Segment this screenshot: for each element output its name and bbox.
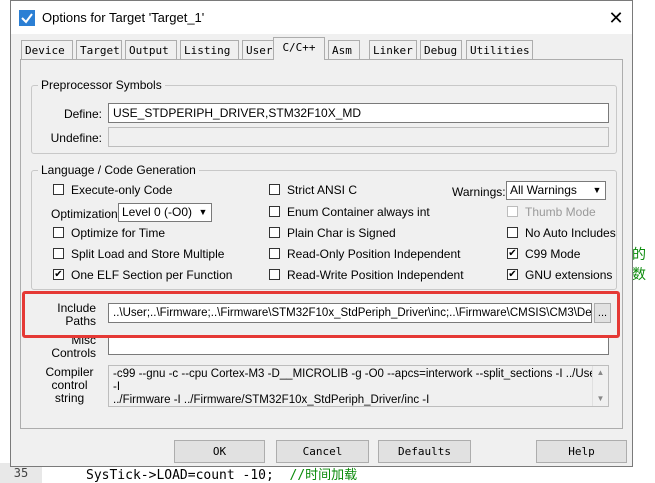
tab-cpp[interactable]: C/C++ <box>273 37 325 60</box>
app-icon <box>19 10 35 26</box>
misc-controls-input[interactable] <box>108 335 609 355</box>
help-button[interactable]: Help <box>536 440 627 463</box>
scroll-up-icon[interactable]: ▲ <box>593 366 608 380</box>
include-paths-input[interactable]: ..\User;..\Firmware;..\Firmware\STM32F10… <box>108 303 592 323</box>
tab-listing[interactable]: Listing <box>180 40 239 59</box>
undefine-input[interactable] <box>108 127 609 147</box>
checkbox-box[interactable] <box>53 227 64 238</box>
misc-controls-label: Misc Controls <box>51 333 96 360</box>
optimization-label: Optimization: <box>51 207 122 221</box>
preprocessor-legend: Preprocessor Symbols <box>41 78 162 92</box>
compiler-control-line-2: ../Firmware -I ../Firmware/STM32F10x_Std… <box>113 394 430 406</box>
tab-target[interactable]: Target <box>76 40 122 59</box>
checkbox-box[interactable] <box>53 269 64 280</box>
close-icon[interactable]: ✕ <box>605 7 627 29</box>
code-comment: //时间加载 <box>289 468 358 483</box>
checkbox-box[interactable] <box>507 269 518 280</box>
chevron-down-icon[interactable]: ▼ <box>589 182 605 199</box>
tab-device[interactable]: Device <box>21 40 73 59</box>
checkbox-box[interactable] <box>507 227 518 238</box>
compiler-control-line-1: -c99 --gnu -c --cpu Cortex-M3 -D__MICROL… <box>113 368 600 393</box>
optimization-select[interactable]: Level 0 (-O0) ▼ <box>118 203 212 222</box>
checkbox-box[interactable] <box>507 206 518 217</box>
checkbox-box[interactable] <box>53 248 64 259</box>
chevron-down-icon[interactable]: ▼ <box>195 204 211 221</box>
tab-utilities[interactable]: Utilities <box>466 40 533 59</box>
warnings-label: Warnings: <box>452 185 506 199</box>
checkbox-box[interactable] <box>269 269 280 280</box>
tab-asm[interactable]: Asm <box>328 40 360 59</box>
cpp-panel: Preprocessor Symbols Define: USE_STDPERI… <box>20 59 623 429</box>
include-paths-label: Include Paths <box>57 301 96 328</box>
tab-debug[interactable]: Debug <box>420 40 462 59</box>
options-dialog: Options for Target 'Target_1' ✕ Device T… <box>10 0 633 467</box>
tab-linker[interactable]: Linker <box>369 40 417 59</box>
checkbox-box[interactable] <box>53 184 64 195</box>
undefine-label: Undefine: <box>50 131 102 145</box>
background-side-text: 的数 <box>632 246 646 282</box>
checkbox-box[interactable] <box>269 227 280 238</box>
language-legend: Language / Code Generation <box>41 163 196 177</box>
scroll-down-icon[interactable]: ▼ <box>593 392 608 406</box>
include-paths-browse-button[interactable]: ... <box>594 303 611 323</box>
ok-button[interactable]: OK <box>174 440 265 463</box>
checkbox-box[interactable] <box>269 206 280 217</box>
checkbox-box[interactable] <box>507 248 518 259</box>
warnings-select[interactable]: All Warnings ▼ <box>506 181 606 200</box>
define-input[interactable]: USE_STDPERIPH_DRIVER,STM32F10X_MD <box>108 103 609 123</box>
define-label: Define: <box>63 107 102 121</box>
cancel-button[interactable]: Cancel <box>276 440 369 463</box>
checkbox-box[interactable] <box>269 184 280 195</box>
compiler-control-label: Compiler control string <box>45 365 94 405</box>
checkbox-box[interactable] <box>269 248 280 259</box>
tab-output[interactable]: Output <box>125 40 177 59</box>
defaults-button[interactable]: Defaults <box>378 440 471 463</box>
compiler-control-scrollbar[interactable]: ▲ ▼ <box>592 366 608 406</box>
title-bar: Options for Target 'Target_1' ✕ <box>11 1 632 34</box>
window-title: Options for Target 'Target_1' <box>42 10 205 25</box>
compiler-control-textarea[interactable]: -c99 --gnu -c --cpu Cortex-M3 -D__MICROL… <box>108 365 609 407</box>
code-text: SysTick->LOAD=count -10; <box>86 468 274 483</box>
